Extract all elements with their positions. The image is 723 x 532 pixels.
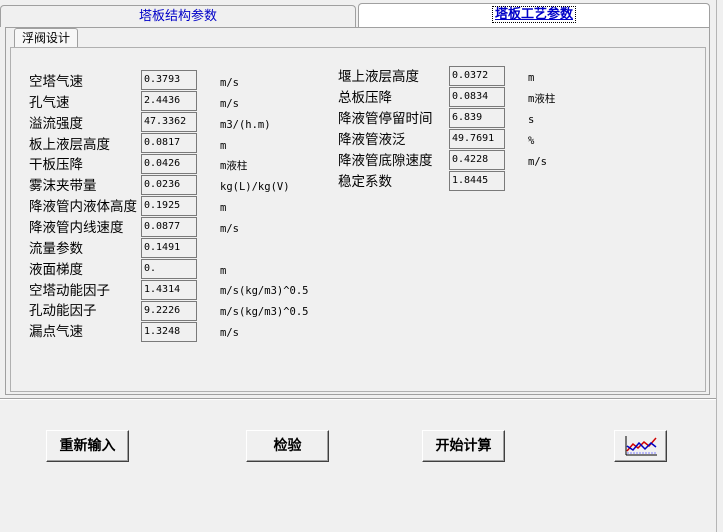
param-value-field[interactable]: 0.4228 [449,150,505,170]
param-unit: kg(L)/kg(V) [220,181,290,193]
start-calculation-button[interactable]: 开始计算 [422,430,505,462]
param-value-field[interactable]: 0.0817 [141,133,197,153]
param-value-field[interactable]: 0.0834 [449,87,505,107]
param-value-field[interactable]: 2.4436 [141,91,197,111]
param-value-field[interactable]: 0.0426 [141,154,197,174]
param-value-field[interactable]: 1.3248 [141,322,197,342]
param-unit: m/s(kg/m3)^0.5 [220,285,309,297]
param-label: 液面梯度 [29,262,83,278]
param-unit: % [528,135,535,147]
param-unit: m/s [220,98,239,110]
check-button[interactable]: 检验 [246,430,329,462]
param-value-field[interactable]: 0.0877 [141,217,197,237]
param-unit: m/s [220,223,239,235]
tab-label: 塔板结构参数 [138,9,217,24]
param-label: 溢流强度 [29,116,83,132]
param-unit: m [528,72,535,84]
param-unit: m液柱 [220,160,248,172]
param-unit: m/s [528,156,547,168]
param-unit: m/s [220,77,239,89]
param-unit: m [220,202,227,214]
param-unit: s [528,114,535,126]
param-label: 雾沫夹带量 [29,178,97,194]
param-value-field[interactable]: 47.3362 [141,112,197,132]
line-chart-icon [625,436,657,456]
param-label: 空塔气速 [29,74,83,90]
param-value-field[interactable]: 0.0236 [141,175,197,195]
chart-button[interactable] [614,430,667,462]
param-label: 孔动能因子 [29,303,97,319]
param-label: 总板压降 [338,90,392,106]
param-label: 板上液层高度 [29,137,110,153]
param-value-field[interactable]: 0.1491 [141,238,197,258]
param-value-field[interactable]: 0.1925 [141,196,197,216]
param-label: 漏点气速 [29,324,83,340]
param-unit: m3/(h.m) [220,119,271,131]
tab-tower-structure-params[interactable]: 塔板结构参数 [0,5,356,27]
param-unit: m/s [220,327,239,339]
param-value-field[interactable]: 1.4314 [141,280,197,300]
param-label: 稳定系数 [338,174,392,190]
tab-tower-process-params[interactable]: 塔板工艺参数 [358,3,710,27]
param-unit: m液柱 [528,93,556,105]
param-label: 孔气速 [29,95,70,111]
param-unit: m/s(kg/m3)^0.5 [220,306,309,318]
param-label: 空塔动能因子 [29,283,110,299]
param-label: 干板压降 [29,157,83,173]
param-label: 降液管内液体高度 [29,199,137,215]
tab-label: 塔板工艺参数 [491,6,577,23]
divider [0,398,716,400]
param-label: 流量参数 [29,241,83,257]
param-label: 降液管内线速度 [29,220,124,236]
param-value-field[interactable]: 0.3793 [141,70,197,90]
param-unit: m [220,140,227,152]
param-value-field[interactable]: 0.0372 [449,66,505,86]
param-unit: m [220,265,227,277]
param-label: 堰上液层高度 [338,69,419,85]
param-label: 降液管底隙速度 [338,153,433,169]
param-label: 降液管液泛 [338,132,406,148]
param-value-field[interactable]: 49.7691 [449,129,505,149]
param-value-field[interactable]: 6.839 [449,108,505,128]
param-value-field[interactable]: 1.8445 [449,171,505,191]
reset-input-button[interactable]: 重新输入 [46,430,129,462]
param-label: 降液管停留时间 [338,111,433,127]
param-value-field[interactable]: 0. [141,259,197,279]
param-value-field[interactable]: 9.2226 [141,301,197,321]
subtab-float-valve-design[interactable]: 浮阀设计 [14,28,78,48]
window-right-edge [716,0,723,532]
